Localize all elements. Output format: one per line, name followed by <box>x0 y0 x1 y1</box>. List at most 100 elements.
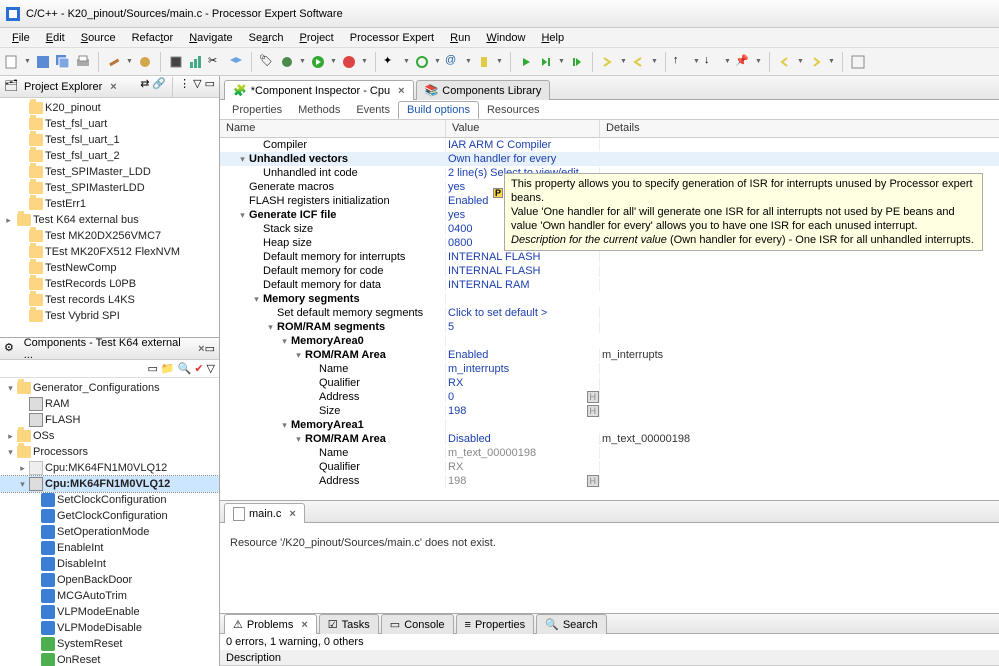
filter-icon[interactable]: 🔍 <box>178 362 192 375</box>
tree-item[interactable]: ▾ Generator_Configurations <box>0 380 219 396</box>
close-icon[interactable]: × <box>110 81 116 93</box>
save-icon[interactable] <box>35 54 51 70</box>
project-item[interactable]: Test_fsl_uart_2 <box>0 148 219 164</box>
menu-help[interactable]: Help <box>533 30 572 46</box>
menu-icon[interactable]: ▽ <box>193 77 201 97</box>
property-row[interactable]: Address198 H <box>220 474 999 488</box>
project-item[interactable]: TestErr1 <box>0 196 219 212</box>
property-row[interactable]: ▾ROM/RAM segments5 <box>220 320 999 334</box>
tree-item[interactable]: OnReset <box>0 652 219 666</box>
problems-col-description[interactable]: Description <box>220 650 999 666</box>
skip-icon[interactable] <box>569 54 585 70</box>
cut-icon[interactable]: ✂ <box>208 54 224 70</box>
tab-components-library[interactable]: 📚 Components Library <box>416 80 551 100</box>
new-cfg-icon[interactable]: ✦ <box>383 54 399 70</box>
project-item[interactable]: TestRecords L0PB <box>0 276 219 292</box>
menu-edit[interactable]: Edit <box>38 30 73 46</box>
folder-icon[interactable]: 📁 <box>161 362 175 375</box>
col-name[interactable]: Name <box>220 120 446 137</box>
pin-icon[interactable]: 📌 <box>735 54 751 70</box>
col-value[interactable]: Value <box>446 120 600 137</box>
print-icon[interactable] <box>75 54 91 70</box>
at-icon[interactable]: @ <box>445 54 461 70</box>
tab-properties[interactable]: ≡ Properties <box>456 614 535 634</box>
check-icon[interactable]: ✔ <box>194 362 203 375</box>
arrow-down-icon[interactable]: ↓ <box>704 54 720 70</box>
menu-window[interactable]: Window <box>478 30 533 46</box>
property-row[interactable]: Namem_text_00000198 <box>220 446 999 460</box>
new-icon[interactable] <box>4 54 20 70</box>
tag-icon[interactable]: 🏷 <box>259 54 275 70</box>
tree-item[interactable]: DisableInt <box>0 556 219 572</box>
components-tree[interactable]: ▾ Generator_Configurations RAM FLASH▸ OS… <box>0 378 219 666</box>
property-row[interactable]: Size198 H <box>220 404 999 418</box>
menu-navigate[interactable]: Navigate <box>181 30 240 46</box>
property-row[interactable]: Address0 H <box>220 390 999 404</box>
link-icon[interactable]: 🔗 <box>152 77 166 97</box>
subtab-methods[interactable]: Methods <box>290 102 348 118</box>
gear-icon[interactable] <box>137 54 153 70</box>
tree-item[interactable]: MCGAutoTrim <box>0 588 219 604</box>
build-icon[interactable] <box>106 54 122 70</box>
graph-icon[interactable] <box>188 54 204 70</box>
property-row[interactable]: ▾ROM/RAM AreaDisabledm_text_00000198 <box>220 432 999 446</box>
step-icon[interactable] <box>538 54 554 70</box>
tree-item[interactable]: VLPModeEnable <box>0 604 219 620</box>
flashlight-icon[interactable] <box>476 54 492 70</box>
tree-item[interactable]: ▾ Processors <box>0 444 219 460</box>
project-item[interactable]: Test Vybrid SPI <box>0 308 219 324</box>
subtab-build-options[interactable]: Build options <box>398 101 479 119</box>
col-details[interactable]: Details <box>600 120 999 137</box>
property-row[interactable]: ▾Memory segments <box>220 292 999 306</box>
menu-processor-expert[interactable]: Processor Expert <box>342 30 442 46</box>
next-icon[interactable] <box>600 54 616 70</box>
property-row[interactable]: Default memory for dataINTERNAL RAM <box>220 278 999 292</box>
menu-refactor[interactable]: Refactor <box>124 30 182 46</box>
menu-bar[interactable]: File Edit Source Refactor Navigate Searc… <box>0 28 999 48</box>
project-item[interactable]: TEst MK20FX512 FlexNVM <box>0 244 219 260</box>
property-row[interactable]: ▾MemoryArea0 <box>220 334 999 348</box>
tree-item[interactable]: SetOperationMode <box>0 524 219 540</box>
menu-source[interactable]: Source <box>73 30 124 46</box>
bug-icon[interactable] <box>279 54 295 70</box>
project-item[interactable]: ▸ Test K64 external bus <box>0 212 219 228</box>
back-icon[interactable] <box>777 54 793 70</box>
property-row[interactable]: QualifierRX <box>220 460 999 474</box>
perspective-icon[interactable] <box>850 54 866 70</box>
project-tree[interactable]: K20_pinout Test_fsl_uart Test_fsl_uart_1… <box>0 98 219 338</box>
tab-component-inspector[interactable]: 🧩 *Component Inspector - Cpu × <box>224 80 414 100</box>
tab-problems[interactable]: ⚠ Problems × <box>224 614 317 634</box>
ext-tools-icon[interactable] <box>341 54 357 70</box>
tree-item[interactable]: VLPModeDisable <box>0 620 219 636</box>
project-item[interactable]: Test_fsl_uart <box>0 116 219 132</box>
tab-mainc[interactable]: main.c × <box>224 503 305 523</box>
tab-search[interactable]: 🔍 Search <box>536 614 607 634</box>
tree-item[interactable]: FLASH <box>0 412 219 428</box>
project-item[interactable]: Test_fsl_uart_1 <box>0 132 219 148</box>
property-row[interactable]: ▾MemoryArea1 <box>220 418 999 432</box>
arrow-up-icon[interactable]: ↑ <box>673 54 689 70</box>
property-row[interactable]: Default memory for codeINTERNAL FLASH <box>220 264 999 278</box>
project-item[interactable]: Test MK20DX256VMC7 <box>0 228 219 244</box>
close-icon[interactable]: × <box>398 85 404 97</box>
tree-item[interactable]: EnableInt <box>0 540 219 556</box>
minimize-icon[interactable]: ▭ <box>205 342 215 355</box>
property-row[interactable]: Namem_interrupts <box>220 362 999 376</box>
filter-icon[interactable]: ⋮ <box>179 77 190 97</box>
property-grid[interactable]: CompilerIAR ARM C Compiler▾Unhandled vec… <box>220 138 999 500</box>
close-icon[interactable]: × <box>289 508 295 520</box>
minimize-icon[interactable]: ▭ <box>205 77 215 97</box>
property-row[interactable]: CompilerIAR ARM C Compiler <box>220 138 999 152</box>
subtab-properties[interactable]: Properties <box>224 102 290 118</box>
project-item[interactable]: Test records L4KS <box>0 292 219 308</box>
prev-icon[interactable] <box>631 54 647 70</box>
save-all-icon[interactable] <box>55 54 71 70</box>
menu-project[interactable]: Project <box>292 30 342 46</box>
property-row[interactable]: Set default memory segmentsClick to set … <box>220 306 999 320</box>
subtab-resources[interactable]: Resources <box>479 102 548 118</box>
layers-icon[interactable] <box>228 54 244 70</box>
tree-item[interactable]: GetClockConfiguration <box>0 508 219 524</box>
tree-item[interactable]: OpenBackDoor <box>0 572 219 588</box>
project-item[interactable]: TestNewComp <box>0 260 219 276</box>
menu-icon[interactable]: ▽ <box>207 362 215 375</box>
